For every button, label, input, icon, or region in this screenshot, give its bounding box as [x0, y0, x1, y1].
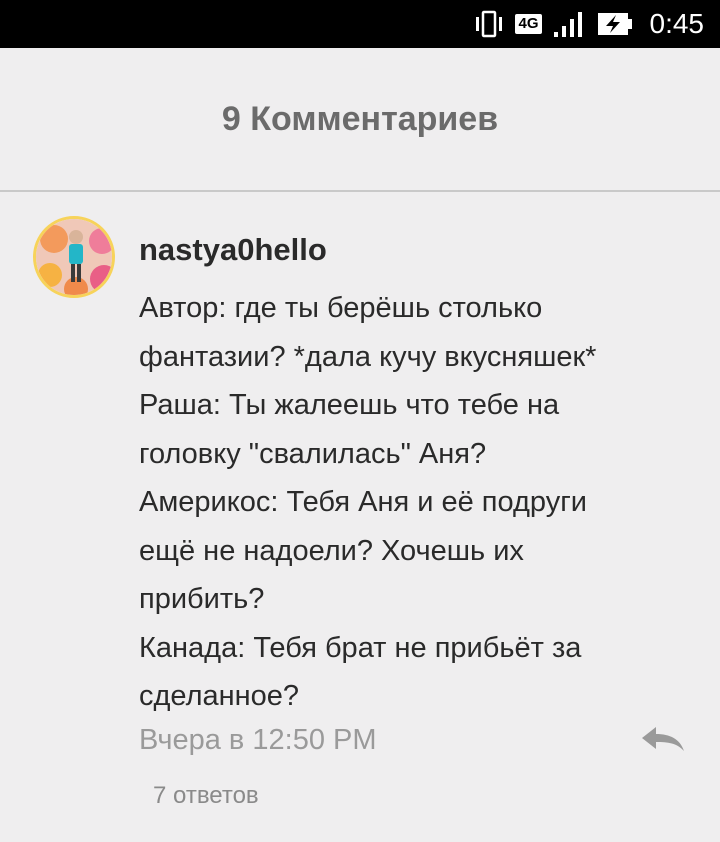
signal-icon — [553, 12, 582, 37]
comment-line: ещё не надоели? Хочешь их — [139, 534, 524, 567]
replies-link[interactable]: 7 ответов — [153, 782, 259, 810]
comment-line: Раша: Ты жалеешь что тебе на — [139, 389, 560, 421]
comment-line: Автор: где ты берёшь столько — [139, 292, 543, 324]
page-title: 9 Комментариев — [221, 99, 499, 138]
battery-charging-icon — [597, 13, 632, 35]
status-bar: 4G 0:45 — [0, 0, 720, 48]
comment-line: фантазии? *дала кучу вкусняшек* — [139, 340, 597, 373]
comment-line: Америкос: Тебя Аня и её подруги — [139, 486, 587, 518]
status-icons: 4G 0:45 — [473, 0, 704, 48]
vibrate-icon — [476, 10, 503, 38]
comment-timestamp: Вчера в 12:50 PM — [139, 724, 377, 756]
reply-icon[interactable] — [640, 724, 686, 754]
comment-line: головку "свалилась" Аня? — [139, 437, 487, 470]
comments-header: 9 Комментариев — [0, 48, 720, 192]
comment-username[interactable]: nastya0hello — [139, 232, 327, 268]
comment-item: nastya0hello Автор: где ты берёшь стольк… — [0, 192, 720, 842]
status-time: 0:45 — [649, 8, 705, 39]
network-badge: 4G — [515, 14, 542, 34]
comment-line: Канада: Тебя брат не прибьёт за — [139, 631, 582, 664]
avatar-image — [36, 219, 112, 295]
comment-line: сделанное? — [139, 680, 300, 712]
comment-line: прибить? — [139, 583, 265, 615]
comment-body: Автор: где ты берёшь столько фантазии? *… — [139, 284, 699, 721]
avatar[interactable] — [33, 216, 115, 298]
